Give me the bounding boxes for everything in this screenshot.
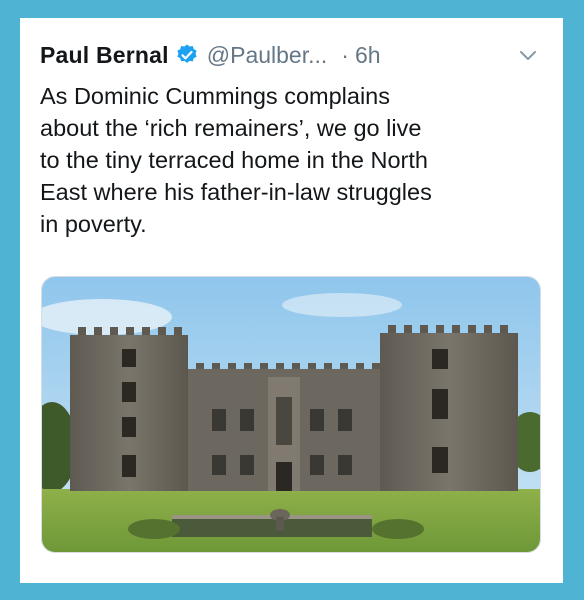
author-handle[interactable]: @Paulber...: [207, 42, 328, 69]
tweet-header: Paul Bernal @Paulber... · 6h: [40, 38, 549, 72]
tweet-card: Paul Bernal @Paulber... · 6h As Dominic …: [20, 18, 563, 583]
castle-photo: [42, 277, 540, 552]
separator-dot: ·: [341, 41, 349, 68]
tweet-photo[interactable]: [41, 276, 541, 553]
tweet-text: As Dominic Cummings complains about the …: [40, 83, 432, 237]
verified-badge-icon: [175, 43, 199, 67]
author-name[interactable]: Paul Bernal: [40, 42, 169, 69]
chevron-down-icon[interactable]: [517, 44, 539, 66]
tweet-timestamp[interactable]: 6h: [355, 42, 381, 69]
